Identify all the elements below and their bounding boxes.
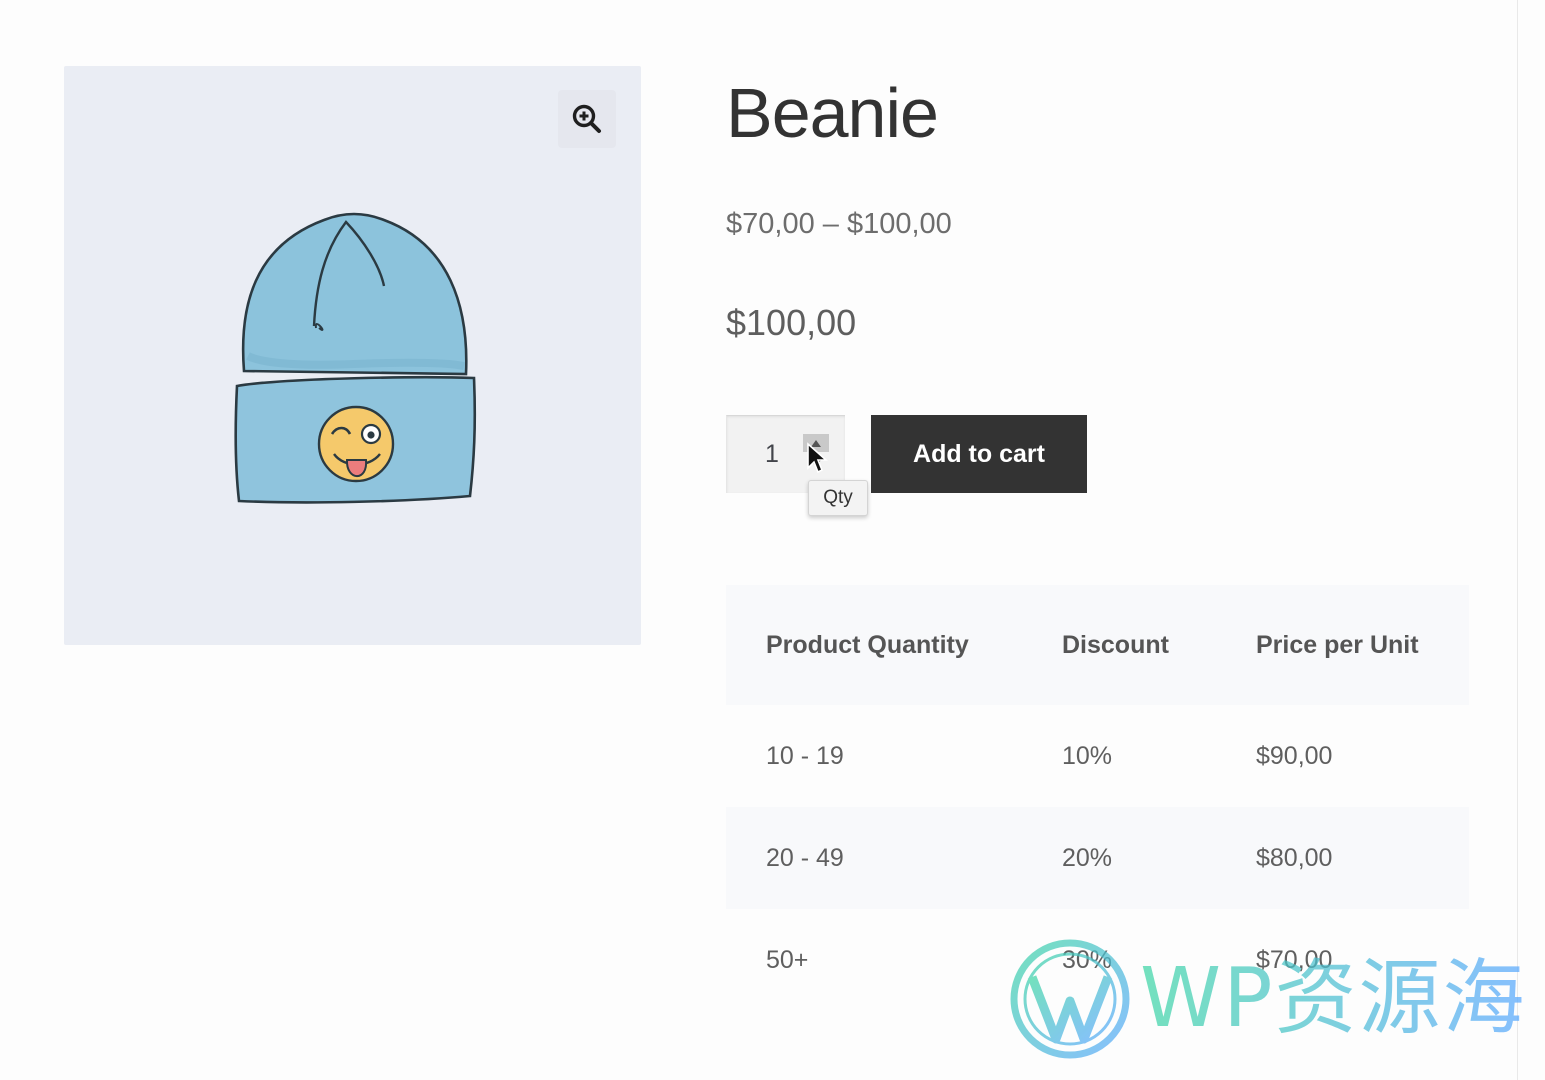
quantity-spinner[interactable] — [803, 434, 829, 472]
quantity-tooltip: Qty — [808, 480, 868, 516]
product-gallery — [64, 66, 641, 645]
zoom-in-icon — [572, 104, 601, 133]
table-row: 50+ 30% $70,00 — [726, 909, 1469, 1011]
increment-arrow-icon[interactable] — [803, 434, 829, 452]
discount-cell: 10% — [1062, 742, 1113, 770]
price-cell: $80,00 — [1256, 844, 1333, 872]
product-title: Beanie — [726, 74, 939, 152]
quantity-cell: 10 - 19 — [766, 742, 844, 770]
quantity-cell: 50+ — [766, 946, 809, 974]
table-row: 10 - 19 10% $90,00 — [726, 705, 1469, 807]
column-header-discount: Discount — [1062, 631, 1169, 659]
discount-cell: 30% — [1062, 946, 1113, 974]
quantity-cell: 20 - 49 — [766, 844, 844, 872]
column-header-price-per-unit: Price per Unit — [1256, 631, 1419, 659]
table-header-row: Product Quantity Discount Price per Unit — [726, 585, 1469, 705]
current-price: $100,00 — [726, 302, 857, 343]
column-header-product-quantity: Product Quantity — [766, 631, 969, 659]
quantity-discount-table: Product Quantity Discount Price per Unit… — [726, 585, 1469, 1011]
discount-cell: 20% — [1062, 844, 1113, 872]
price-range: $70,00 – $100,00 — [726, 208, 952, 240]
quantity-value[interactable]: 1 — [765, 440, 779, 469]
page-edge-divider — [1517, 0, 1518, 1080]
table-row: 20 - 49 20% $80,00 — [726, 807, 1469, 909]
price-cell: $70,00 — [1256, 946, 1333, 974]
decrement-arrow-icon[interactable] — [803, 454, 829, 472]
zoom-button[interactable] — [558, 90, 616, 148]
add-to-cart-button[interactable]: Add to cart — [871, 415, 1087, 493]
price-cell: $90,00 — [1256, 742, 1333, 770]
beanie-product-image[interactable] — [224, 206, 484, 506]
